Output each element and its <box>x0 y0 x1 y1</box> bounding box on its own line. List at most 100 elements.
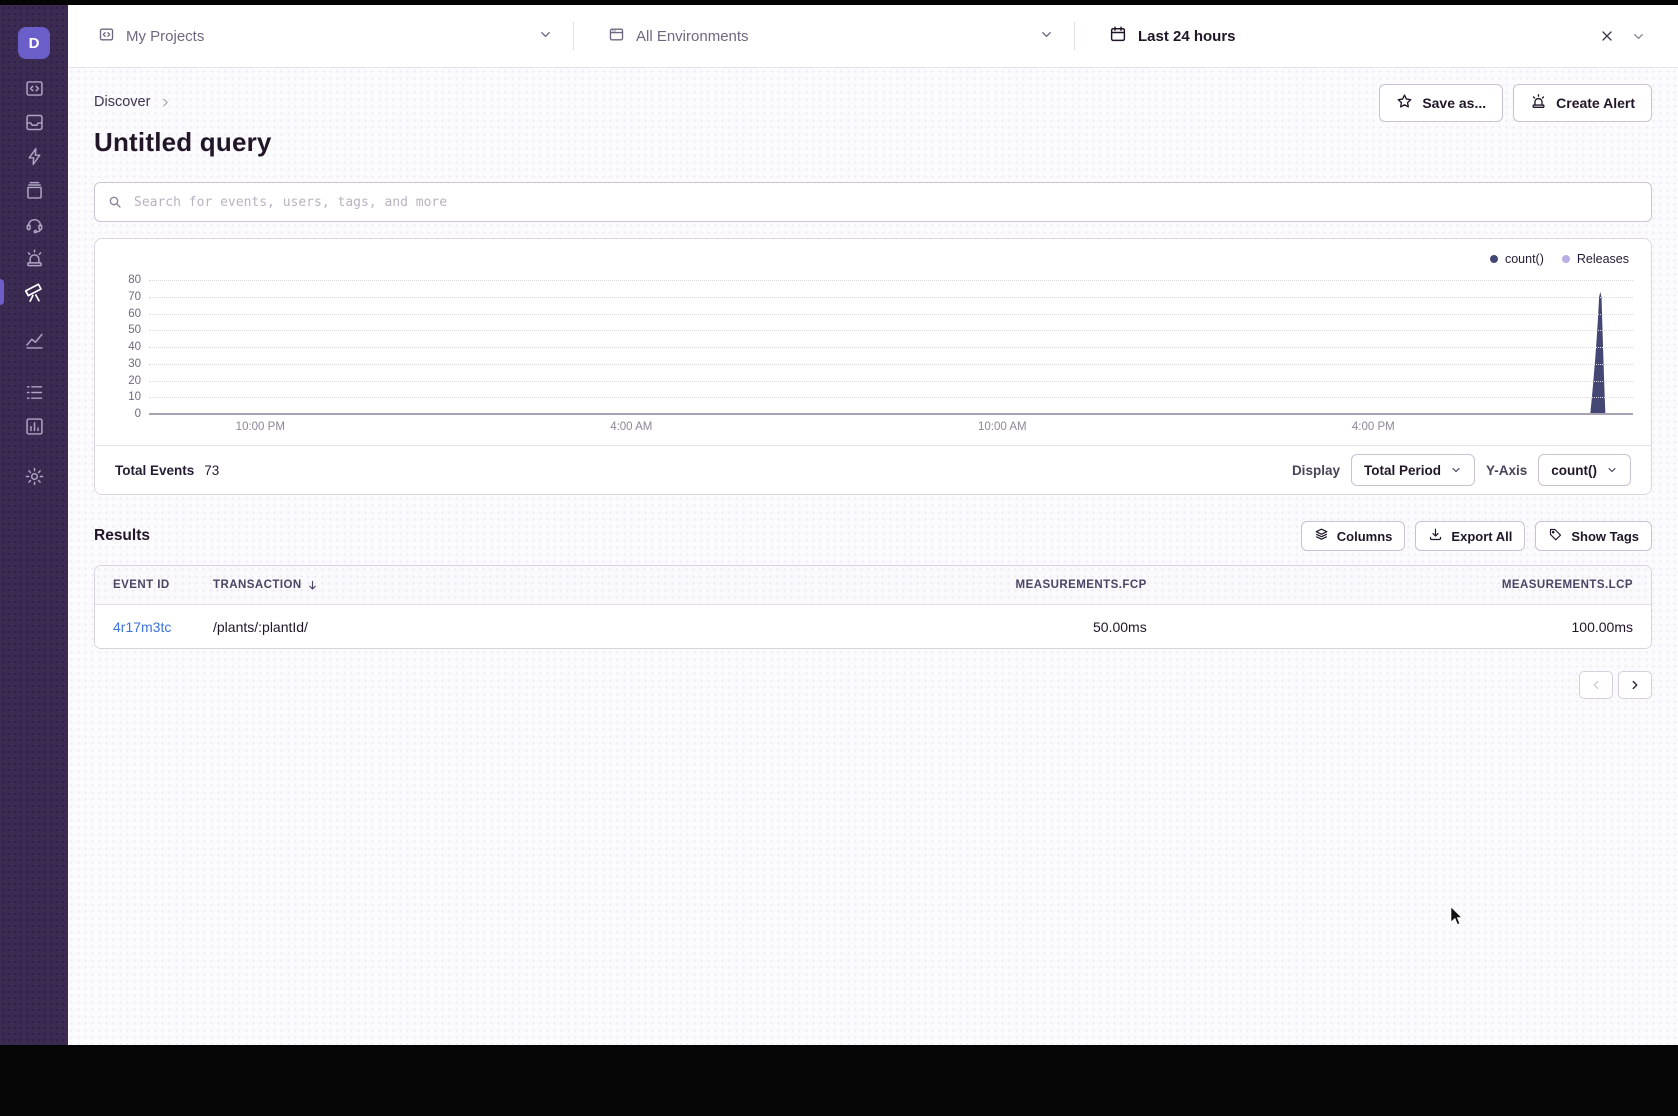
sidebar-item-stats[interactable] <box>0 409 68 443</box>
screen: D <box>0 0 1678 1116</box>
project-filter-label: My Projects <box>126 28 204 45</box>
app-window: D <box>0 5 1678 1045</box>
pagination <box>94 671 1652 699</box>
headset-icon <box>24 214 45 235</box>
previous-page-button[interactable] <box>1579 671 1613 699</box>
chevron-down-icon <box>1450 464 1462 476</box>
event-id-cell: 4r17m3tc <box>113 619 205 635</box>
show-tags-label: Show Tags <box>1571 529 1639 544</box>
legend-item-count[interactable]: count() <box>1490 252 1544 266</box>
project-filter[interactable]: My Projects <box>68 5 573 67</box>
sidebar-item-performance[interactable] <box>0 139 68 173</box>
export-all-button[interactable]: Export All <box>1415 521 1525 551</box>
total-events-value: 73 <box>204 463 219 478</box>
column-header-transaction[interactable]: Transaction <box>213 579 676 592</box>
chevron-down-icon <box>1606 464 1618 476</box>
display-select[interactable]: Total Period <box>1351 454 1475 486</box>
save-as-label: Save as... <box>1422 95 1486 111</box>
columns-button[interactable]: Columns <box>1301 521 1406 551</box>
yaxis-select[interactable]: count() <box>1538 454 1631 486</box>
page-header: Discover Untitled query Save as. <box>94 92 1652 158</box>
bar-chart-icon <box>24 416 45 437</box>
event-id-link[interactable]: 4r17m3tc <box>113 619 171 635</box>
sidebar: D <box>0 5 68 1045</box>
export-all-label: Export All <box>1451 529 1512 544</box>
count-legend-label: count() <box>1505 252 1544 266</box>
environments-icon <box>608 26 625 47</box>
measurements-lcp-cell: 100.00ms <box>1155 619 1633 635</box>
clear-date-filter-button[interactable] <box>1599 28 1615 44</box>
search-bar <box>94 182 1652 222</box>
org-avatar[interactable]: D <box>18 27 50 59</box>
releases-icon <box>24 180 45 201</box>
save-as-button[interactable]: Save as... <box>1379 84 1503 122</box>
results-title: Results <box>94 527 150 545</box>
results-table: Event ID Transaction Measurements.fcp <box>94 565 1652 649</box>
count-legend-dot <box>1490 255 1498 263</box>
sidebar-item-settings[interactable] <box>0 459 68 493</box>
date-range-filter[interactable]: Last 24 hours <box>1075 5 1678 67</box>
lightning-icon <box>24 146 45 167</box>
line-chart-icon <box>24 330 45 351</box>
results-header: Results Columns Export All <box>94 521 1652 551</box>
lcp-header-label: Measurements.lcp <box>1502 579 1633 591</box>
create-alert-button[interactable]: Create Alert <box>1513 84 1652 122</box>
sidebar-item-projects[interactable] <box>0 71 68 105</box>
sidebar-item-discover[interactable] <box>0 275 68 309</box>
columns-label: Columns <box>1337 529 1393 544</box>
transaction-header-label: Transaction <box>213 579 302 591</box>
projects-icon <box>98 26 115 47</box>
sidebar-item-monitors[interactable] <box>0 375 68 409</box>
column-header-measurements-lcp[interactable]: Measurements.lcp <box>1155 579 1633 591</box>
gear-icon <box>24 466 45 487</box>
yaxis-select-value: count() <box>1551 463 1597 478</box>
y-axis-labels: 80706050403020100 <box>113 280 149 414</box>
telescope-icon <box>23 281 45 303</box>
next-page-button[interactable] <box>1618 671 1652 699</box>
chevron-down-icon <box>538 27 553 46</box>
yaxis-label: Y-Axis <box>1486 463 1527 478</box>
tag-icon <box>1548 527 1563 545</box>
environment-filter[interactable]: All Environments <box>574 5 1074 67</box>
transaction-cell: /plants/:plantId/ <box>213 619 676 635</box>
table-header-row: Event ID Transaction Measurements.fcp <box>95 566 1651 605</box>
events-chart-panel: count() Releases 80706050403020100 <box>94 238 1652 495</box>
page-header-actions: Save as... Create Alert <box>1379 84 1652 122</box>
download-icon <box>1428 527 1443 545</box>
total-events-label: Total Events <box>115 463 194 478</box>
sidebar-item-alerts[interactable] <box>0 241 68 275</box>
breadcrumb: Discover <box>94 94 272 110</box>
calendar-icon <box>1109 25 1127 47</box>
date-filter-controls <box>1599 28 1678 44</box>
plot-wrap: 80706050403020100 <box>113 280 1633 414</box>
chart-plot[interactable] <box>149 280 1633 414</box>
measurements-fcp-cell: 50.00ms <box>684 619 1147 635</box>
column-header-measurements-fcp[interactable]: Measurements.fcp <box>684 579 1147 591</box>
sidebar-item-releases[interactable] <box>0 173 68 207</box>
display-select-value: Total Period <box>1364 463 1441 478</box>
chevron-right-icon <box>159 96 172 109</box>
legend-item-releases[interactable]: Releases <box>1562 252 1629 266</box>
display-label: Display <box>1292 463 1340 478</box>
environment-filter-label: All Environments <box>636 28 749 45</box>
sort-desc-icon <box>306 579 319 592</box>
page-header-left: Discover Untitled query <box>94 92 272 158</box>
date-range-label: Last 24 hours <box>1138 28 1236 45</box>
search-input[interactable] <box>132 194 1639 211</box>
active-indicator <box>0 279 4 305</box>
search-icon <box>107 194 123 210</box>
results-actions: Columns Export All Show Ta <box>1301 521 1652 551</box>
siren-icon <box>24 248 45 269</box>
chevron-down-icon[interactable] <box>1631 29 1646 44</box>
topbar: My Projects All Environments <box>68 5 1678 68</box>
list-icon <box>24 382 45 403</box>
siren-icon <box>1530 93 1547 113</box>
sidebar-item-metrics[interactable] <box>0 323 68 357</box>
sidebar-item-issues[interactable] <box>0 105 68 139</box>
sidebar-item-user-feedback[interactable] <box>0 207 68 241</box>
page-title: Untitled query <box>94 127 272 158</box>
column-header-event-id[interactable]: Event ID <box>113 579 205 591</box>
show-tags-button[interactable]: Show Tags <box>1535 521 1652 551</box>
releases-legend-label: Releases <box>1577 252 1629 266</box>
breadcrumb-discover-link[interactable]: Discover <box>94 94 150 110</box>
